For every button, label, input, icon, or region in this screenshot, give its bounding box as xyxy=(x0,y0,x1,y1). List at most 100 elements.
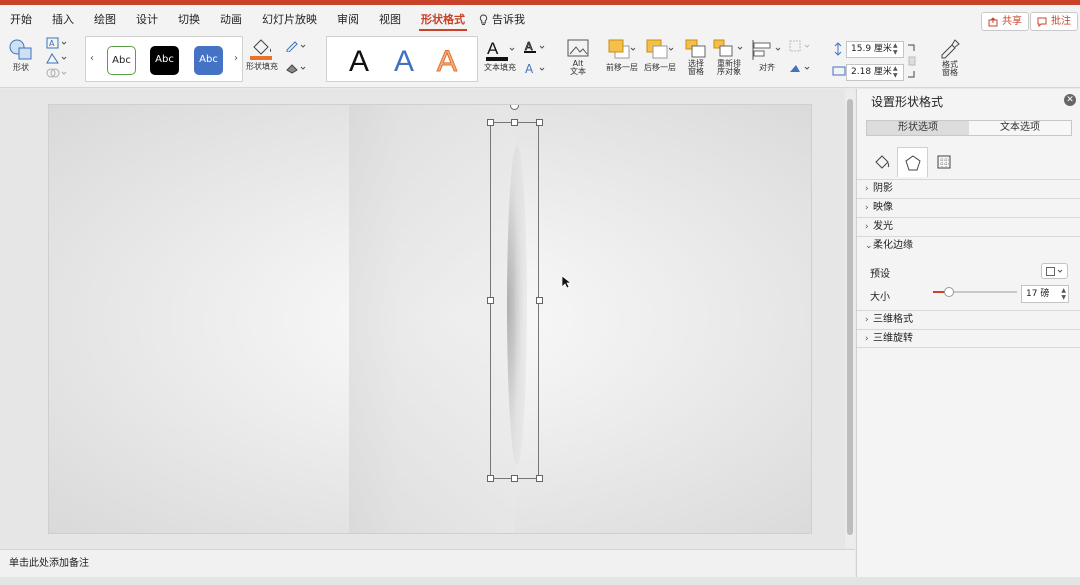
tab-fill-line[interactable] xyxy=(866,147,897,177)
shape-fill-label: 形状填充 xyxy=(246,62,278,71)
resize-handle-top-right[interactable] xyxy=(536,119,543,126)
style-sample-outline[interactable]: Abc xyxy=(107,46,136,75)
tab-animations[interactable]: 动画 xyxy=(210,5,252,34)
tab-draw[interactable]: 绘图 xyxy=(84,5,126,34)
bring-forward-button[interactable]: 前移一层 xyxy=(606,38,638,73)
vertical-scrollbar[interactable] xyxy=(845,89,855,549)
close-icon[interactable]: ✕ xyxy=(1064,94,1076,106)
shape-fill-button[interactable]: 形状填充 xyxy=(246,37,278,72)
align-button[interactable]: 对齐 xyxy=(750,38,784,73)
tab-review[interactable]: 审阅 xyxy=(327,5,369,34)
rotate-icon[interactable] xyxy=(788,62,812,74)
chevron-right-icon: › xyxy=(865,334,869,344)
shape-width-icon xyxy=(832,66,846,76)
section-3d-format[interactable]: › 三维格式 xyxy=(857,310,1080,329)
wordart-blue[interactable]: A xyxy=(394,45,414,79)
tell-me-search[interactable]: 告诉我 xyxy=(475,5,535,34)
tab-size-properties[interactable] xyxy=(928,147,959,177)
resize-handle-top[interactable] xyxy=(511,119,518,126)
width-stepper[interactable]: ▲ ▼ xyxy=(893,65,898,79)
tab-shape-format[interactable]: 形状格式 xyxy=(411,5,475,34)
style-sample-blue[interactable]: Abc xyxy=(194,46,223,75)
group-objects-icon[interactable] xyxy=(788,40,812,52)
soft-edge-preset-dropdown[interactable] xyxy=(1041,263,1068,279)
format-pane-button[interactable]: 格式 窗格 xyxy=(938,37,962,77)
tab-slideshow[interactable]: 幻灯片放映 xyxy=(252,5,327,34)
text-outline-icon[interactable]: A xyxy=(523,40,547,54)
section-reflection[interactable]: › 映像 xyxy=(857,198,1080,217)
selection-pane-icon xyxy=(685,39,706,58)
tab-shape-options[interactable]: 形状选项 xyxy=(867,121,969,135)
svg-text:A: A xyxy=(487,39,499,58)
size-label: 大小 xyxy=(870,292,890,303)
rotate-handle[interactable] xyxy=(510,105,519,110)
wordart-orange[interactable]: A xyxy=(436,45,457,79)
notes-pane[interactable]: 单击此处添加备注 xyxy=(0,549,855,577)
text-fill-button[interactable]: A 文本填充 xyxy=(484,38,516,73)
section-3d-rotation[interactable]: › 三维旋转 xyxy=(857,329,1080,348)
lock-aspect-icon[interactable] xyxy=(906,43,918,79)
send-backward-icon xyxy=(646,39,674,59)
align-label: 对齐 xyxy=(759,63,775,72)
tab-design[interactable]: 设计 xyxy=(126,5,168,34)
text-fill-label: 文本填充 xyxy=(484,63,516,72)
gallery-prev-icon[interactable]: ‹ xyxy=(90,53,94,64)
text-effects-icon[interactable]: A xyxy=(523,62,547,76)
resize-handle-bottom-left[interactable] xyxy=(487,475,494,482)
size-stepper[interactable]: ▲ ▼ xyxy=(1061,287,1066,301)
reorder-objects-icon xyxy=(713,39,743,57)
shape-outline-icon[interactable] xyxy=(285,40,307,52)
chevron-right-icon: › xyxy=(865,222,869,232)
tab-insert[interactable]: 插入 xyxy=(42,5,84,34)
height-stepper[interactable]: ▲ ▼ xyxy=(893,42,898,56)
section-glow[interactable]: › 发光 xyxy=(857,217,1080,236)
alt-text-button[interactable]: Alt 文本 xyxy=(566,38,590,76)
section-reflection-label: 映像 xyxy=(873,202,893,213)
slide-canvas[interactable] xyxy=(48,104,812,534)
scrollbar-thumb[interactable] xyxy=(847,99,853,535)
wordart-black[interactable]: A xyxy=(349,45,369,79)
comment-button[interactable]: 批注 xyxy=(1030,12,1078,31)
selection-pane-button[interactable]: 选择 窗格 xyxy=(684,38,708,76)
section-soft-edges[interactable]: ⌄柔化边缘 xyxy=(857,236,1080,255)
section-shadow[interactable]: › 阴影 xyxy=(857,179,1080,198)
send-backward-button[interactable]: 后移一层 xyxy=(644,38,676,73)
tab-view[interactable]: 视图 xyxy=(369,5,411,34)
gallery-next-icon[interactable]: › xyxy=(234,53,238,64)
pentagon-icon xyxy=(904,154,921,170)
format-shape-pane: 设置形状格式 ✕ 形状选项 文本选项 › 阴影 › 映像 › 发光 ⌄柔化边缘 预设 … xyxy=(856,89,1080,577)
fill-line-icon xyxy=(874,155,889,169)
share-icon xyxy=(988,16,998,26)
text-box-icon[interactable]: A xyxy=(46,37,68,49)
resize-handle-bottom-right[interactable] xyxy=(536,475,543,482)
tab-home[interactable]: 开始 xyxy=(0,5,42,34)
edit-shape-icon[interactable] xyxy=(46,52,68,64)
slide-work-area[interactable] xyxy=(0,89,855,549)
resize-handle-top-left[interactable] xyxy=(487,119,494,126)
reorder-objects-button[interactable]: 重新排 序对象 xyxy=(712,38,746,76)
soft-edge-size-input[interactable]: 17 磅 ▲ ▼ xyxy=(1021,285,1069,303)
tab-effects[interactable] xyxy=(897,147,928,177)
svg-text:A: A xyxy=(525,62,534,76)
pane-title: 设置形状格式 xyxy=(871,95,944,109)
tell-me-label: 告诉我 xyxy=(492,12,525,26)
paint-bucket-icon xyxy=(250,39,272,60)
selection-frame[interactable] xyxy=(490,122,539,479)
resize-handle-right[interactable] xyxy=(536,297,543,304)
tab-transitions[interactable]: 切换 xyxy=(168,5,210,34)
share-label: 共享 xyxy=(1002,16,1022,27)
shapes-icon xyxy=(9,39,32,60)
soft-edge-slider-knob[interactable] xyxy=(943,287,954,297)
style-sample-black[interactable]: Abc xyxy=(150,46,179,75)
format-pane-label: 格式 窗格 xyxy=(942,60,958,77)
shape-effects-icon[interactable] xyxy=(285,62,307,74)
format-pane-icon xyxy=(941,39,960,59)
tab-text-options[interactable]: 文本选项 xyxy=(969,121,1071,135)
merge-shapes-icon[interactable] xyxy=(46,67,68,79)
resize-handle-left[interactable] xyxy=(487,297,494,304)
insert-shape-button[interactable]: 形状 xyxy=(8,38,34,73)
ribbon-tabs: 开始 插入 绘图 设计 切换 动画 幻灯片放映 审阅 视图 形状格式 告诉我 xyxy=(0,5,1080,34)
resize-handle-bottom[interactable] xyxy=(511,475,518,482)
reorder-objects-label: 重新排 序对象 xyxy=(717,59,741,76)
share-button[interactable]: 共享 xyxy=(981,12,1029,31)
